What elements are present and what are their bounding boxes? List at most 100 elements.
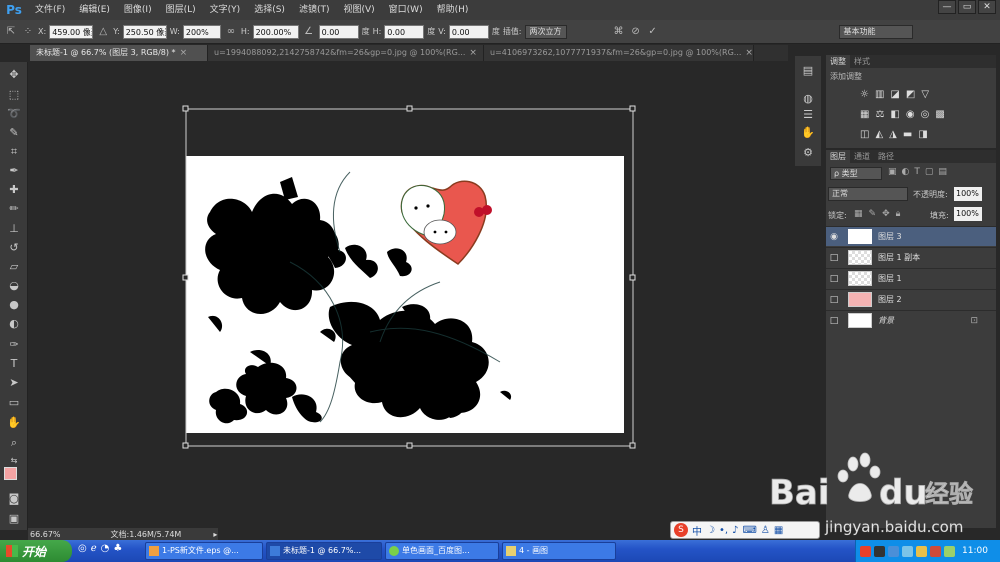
brush-tool-icon[interactable]: ✏ <box>4 200 24 217</box>
menu-select[interactable]: 选择(S) <box>247 0 292 20</box>
menu-layer[interactable]: 图层(L) <box>159 0 203 20</box>
vskew-field[interactable]: 0.00 <box>448 24 489 39</box>
channel-mixer-icon[interactable]: ◎ <box>921 109 930 120</box>
info-panel-icon[interactable]: ◍ <box>799 90 817 106</box>
mic-icon[interactable]: ♪ <box>732 525 738 536</box>
color-balance-icon[interactable]: ⚖ <box>875 109 884 120</box>
start-button[interactable]: 开始 <box>0 540 72 562</box>
zoom-level[interactable]: 66.67% <box>30 530 61 539</box>
warp-icon[interactable]: ⌘ <box>612 25 626 39</box>
screen-mode-icon[interactable]: ▣ <box>4 510 24 527</box>
keyboard-icon[interactable]: ⌨ <box>742 525 756 536</box>
move-tool-icon[interactable]: ✥ <box>4 66 24 83</box>
levels-icon[interactable]: ▥ <box>875 89 884 100</box>
blur-tool-icon[interactable]: ● <box>4 296 24 313</box>
ie-icon[interactable]: ℯ <box>91 543 97 554</box>
visibility-toggle-icon[interactable]: □ <box>826 274 842 284</box>
visibility-toggle-icon[interactable]: □ <box>826 316 842 326</box>
menu-filter[interactable]: 滤镜(T) <box>292 0 337 20</box>
marquee-tool-icon[interactable]: ⬚ <box>4 86 24 103</box>
width-field[interactable]: 200% <box>182 24 221 39</box>
punctuation-icon[interactable]: •, <box>719 525 728 536</box>
menu-type[interactable]: 文字(Y) <box>203 0 248 20</box>
bw-icon[interactable]: ◧ <box>890 109 899 120</box>
status-arrow-icon[interactable]: ▸ <box>213 530 217 539</box>
ime-mode-label[interactable]: 中 <box>692 523 702 538</box>
adjustment-filter-icon[interactable]: ◐ <box>902 167 910 177</box>
visibility-eye-icon[interactable]: ◉ <box>826 232 842 242</box>
taskbar-item-photoshop[interactable]: 未标题-1 @ 66.7%... <box>266 542 382 560</box>
layer-row-background[interactable]: □ 背景 ⊡ <box>826 310 996 330</box>
menu-edit[interactable]: 编辑(E) <box>72 0 117 20</box>
history-brush-tool-icon[interactable]: ↺ <box>4 239 24 256</box>
visibility-toggle-icon[interactable]: □ <box>826 295 842 305</box>
dodge-tool-icon[interactable]: ◐ <box>4 315 24 332</box>
tab-document-2[interactable]: u=1994088092,2142758742&fm=26&gp=0.jpg @… <box>208 45 484 61</box>
workspace-dropdown[interactable]: 基本功能 <box>838 24 913 39</box>
pixel-filter-icon[interactable]: ▣ <box>888 167 897 177</box>
media-icon[interactable]: ◔ <box>101 543 110 554</box>
layer-name[interactable]: 图层 1 <box>878 273 902 284</box>
posterize-icon[interactable]: ◭ <box>875 129 883 140</box>
lock-transparency-icon[interactable]: ▦ <box>854 209 863 219</box>
lock-all-icon[interactable]: 🔒︎ <box>896 209 901 219</box>
crop-tool-icon[interactable]: ⌗ <box>4 143 24 160</box>
path-select-tool-icon[interactable]: ➤ <box>4 374 24 391</box>
close-tab-icon[interactable]: × <box>469 45 477 61</box>
brightness-icon[interactable]: ☼ <box>860 89 869 100</box>
hskew-field[interactable]: 0.00 <box>384 24 425 39</box>
tab-styles[interactable]: 样式 <box>850 55 874 68</box>
qq-icon[interactable]: ♣ <box>113 543 122 554</box>
menu-view[interactable]: 视图(V) <box>336 0 381 20</box>
blend-mode-dropdown[interactable]: 正常 <box>828 187 908 201</box>
brush-panel-icon[interactable]: ✋ <box>799 124 817 140</box>
zoom-tool-icon[interactable]: ⌕ <box>4 434 24 451</box>
link-icon[interactable]: ∞ <box>224 25 238 39</box>
close-tab-icon[interactable]: × <box>745 45 753 61</box>
shape-filter-icon[interactable]: ▢ <box>925 167 934 177</box>
history-panel-icon[interactable]: ▤ <box>799 62 817 78</box>
tab-adjustments[interactable]: 调整 <box>826 55 850 68</box>
close-tab-icon[interactable]: × <box>180 45 188 61</box>
tab-document-3[interactable]: u=4106973262,1077771937&fm=26&gp=0.jpg @… <box>484 45 754 61</box>
cancel-transform-icon[interactable]: ⊘ <box>629 25 643 39</box>
tab-channels[interactable]: 通道 <box>850 150 874 163</box>
interpolation-dropdown[interactable]: 两次立方 <box>524 24 567 39</box>
clock[interactable]: 11:00 <box>962 546 988 556</box>
layer-row-layer1-copy[interactable]: □ 图层 1 副本 <box>826 247 996 267</box>
pen-tool-icon[interactable]: ✑ <box>4 336 24 353</box>
angle-field[interactable]: 0.00 <box>318 24 359 39</box>
layer-name[interactable]: 图层 1 副本 <box>878 252 920 263</box>
network-icon[interactable] <box>888 545 899 557</box>
canvas-area[interactable] <box>30 62 788 527</box>
menu-window[interactable]: 窗口(W) <box>382 0 430 20</box>
moon-icon[interactable]: ☽ <box>706 525 715 536</box>
layer-row-layer1[interactable]: □ 图层 1 <box>826 268 996 288</box>
invert-icon[interactable]: ◫ <box>860 129 869 140</box>
lock-position-icon[interactable]: ✥ <box>882 209 890 219</box>
hand-tool-icon[interactable]: ✋ <box>4 414 24 431</box>
hue-sat-icon[interactable]: ▦ <box>860 109 869 120</box>
menu-file[interactable]: 文件(F) <box>28 0 72 20</box>
delta-icon[interactable]: △ <box>96 25 110 39</box>
paint-bucket-tool-icon[interactable]: ◒ <box>4 277 24 294</box>
taskbar-item-paint[interactable]: 4 - 画图 <box>502 542 616 560</box>
minimize-button[interactable]: — <box>938 0 956 14</box>
commit-transform-icon[interactable]: ✓ <box>646 25 660 39</box>
smart-filter-icon[interactable]: ▤ <box>938 167 947 177</box>
type-tool-icon[interactable]: T <box>4 355 24 372</box>
eyedropper-tool-icon[interactable]: ✒ <box>4 162 24 179</box>
quick-mask-icon[interactable]: ◙ <box>4 490 24 507</box>
lasso-tool-icon[interactable]: ➰ <box>4 105 24 122</box>
taskbar-item-browser[interactable]: 单色画面_百度图... <box>385 542 499 560</box>
curves-icon[interactable]: ◪ <box>890 89 899 100</box>
settings-panel-icon[interactable]: ⚙ <box>799 144 817 160</box>
tab-layers[interactable]: 图层 <box>826 150 850 163</box>
quick-select-tool-icon[interactable]: ✎ <box>4 124 24 141</box>
taskbar-item-illustrator[interactable]: 1-PS新文件.eps @... <box>145 542 263 560</box>
selective-color-icon[interactable]: ◨ <box>918 129 927 140</box>
threshold-icon[interactable]: ◮ <box>889 129 897 140</box>
browser-icon[interactable]: ◎ <box>78 543 87 554</box>
layer-name[interactable]: 背景 <box>878 315 894 326</box>
clone-stamp-tool-icon[interactable]: ⊥ <box>4 220 24 237</box>
